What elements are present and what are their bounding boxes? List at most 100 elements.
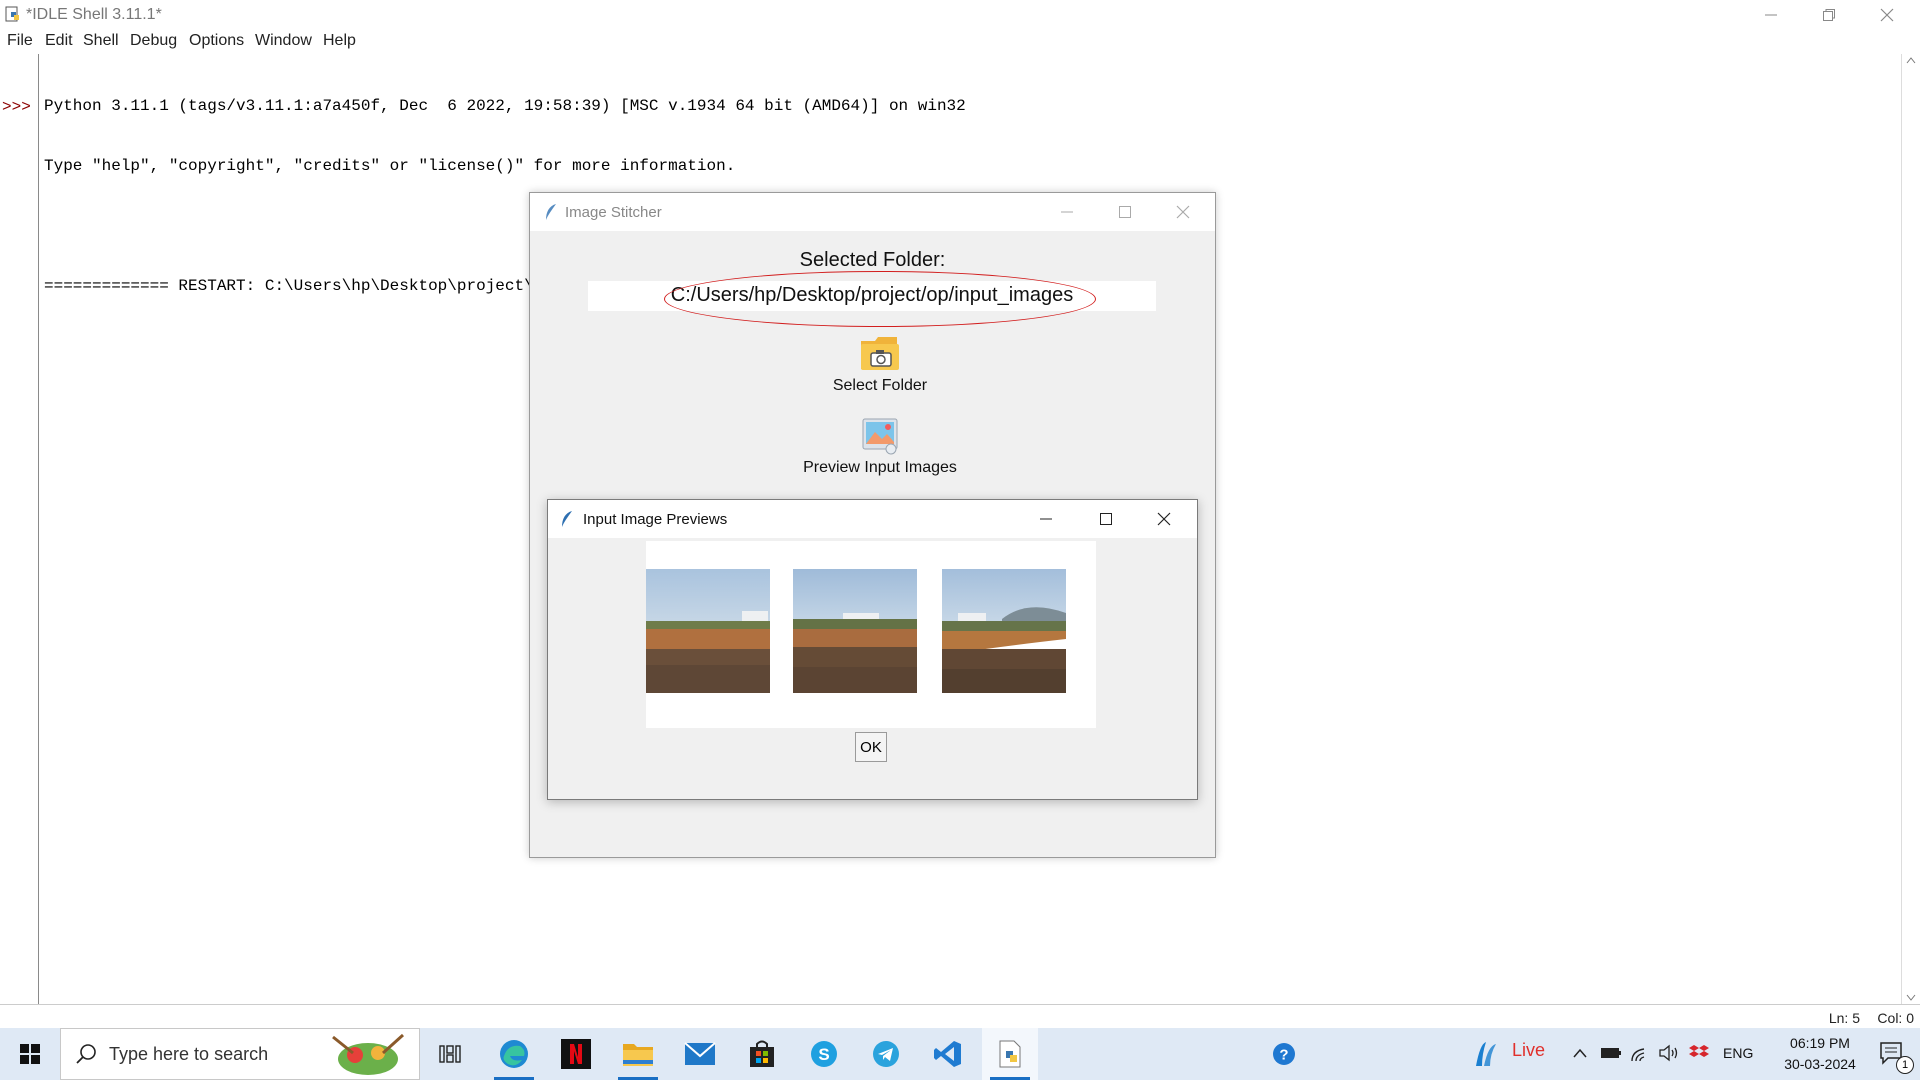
python-idle-icon: [5, 6, 19, 22]
stitcher-titlebar: Image Stitcher: [530, 193, 1215, 231]
stitcher-minimize-button[interactable]: [1039, 193, 1095, 231]
notification-count-badge: 1: [1896, 1056, 1914, 1074]
line-number: Ln: 5: [1828, 1010, 1860, 1026]
preview-input-images-button[interactable]: Preview Input Images: [803, 415, 957, 483]
clock[interactable]: 06:19 PM 30-03-2024: [1772, 1033, 1868, 1075]
preview-input-images-label: Preview Input Images: [803, 459, 957, 476]
python-idle-icon: [999, 1040, 1021, 1068]
close-icon: [1157, 512, 1171, 526]
previews-title: Input Image Previews: [583, 511, 728, 528]
search-icon: [76, 1044, 96, 1064]
maximize-icon: [1119, 206, 1131, 218]
vscode-icon: [934, 1041, 961, 1067]
select-folder-label: Select Folder: [832, 377, 928, 394]
folder-icon: [623, 1044, 653, 1066]
windows-icon: [20, 1044, 40, 1064]
help-icon: ?: [1273, 1043, 1295, 1065]
previews-close-button[interactable]: [1136, 500, 1192, 538]
thumbnail-image: [646, 569, 770, 693]
taskbar-edge[interactable]: [486, 1028, 542, 1080]
menu-options[interactable]: Options: [189, 32, 244, 50]
stitcher-close-button[interactable]: [1155, 193, 1211, 231]
svg-text:S: S: [818, 1045, 829, 1064]
thumbnail-image: [942, 569, 1066, 693]
scroll-up-icon[interactable]: [1906, 56, 1916, 64]
thumbnail-image: [793, 569, 917, 693]
taskbar-vscode[interactable]: [920, 1028, 976, 1080]
close-icon: [1176, 205, 1190, 219]
taskbar-python-idle[interactable]: [982, 1028, 1038, 1080]
input-image-previews-window: Input Image Previews OK: [547, 499, 1198, 800]
taskbar-skype[interactable]: S: [796, 1028, 852, 1080]
vertical-scrollbar[interactable]: [1901, 54, 1920, 1004]
edge-icon: [500, 1040, 528, 1068]
column-number: Col: 0: [1877, 1010, 1914, 1026]
taskbar-mail[interactable]: [672, 1028, 728, 1080]
search-highlight-icon: [332, 1033, 405, 1075]
shell-line: Python 3.11.1 (tags/v3.11.1:a7a450f, Dec…: [44, 97, 966, 115]
language-indicator[interactable]: ENG: [1723, 1045, 1753, 1061]
taskbar-store[interactable]: [734, 1028, 790, 1080]
skype-icon: S: [811, 1041, 837, 1067]
maximize-icon: [1100, 513, 1112, 525]
menu-window[interactable]: Window: [255, 32, 312, 50]
minimize-icon: [1040, 518, 1052, 520]
line-gutter: >>>: [0, 54, 39, 1004]
minimize-button[interactable]: [1742, 0, 1800, 30]
clock-date: 30-03-2024: [1784, 1056, 1856, 1072]
taskbar-search-box[interactable]: Type here to search: [60, 1028, 420, 1080]
taskbar: Type here to search S ? Live ENG 06:19 P…: [0, 1028, 1920, 1080]
battery-icon[interactable]: [1600, 1046, 1622, 1060]
store-icon: [750, 1040, 774, 1067]
menu-bar: File Edit Shell Debug Options Window Hel…: [0, 30, 1920, 54]
thumbnail-panel: [646, 541, 1096, 728]
select-folder-button[interactable]: Select Folder: [820, 331, 940, 401]
help-tray-button[interactable]: ?: [1256, 1028, 1312, 1080]
notification-center-button[interactable]: 1: [1868, 1028, 1920, 1080]
menu-shell[interactable]: Shell: [83, 32, 119, 50]
close-button[interactable]: [1858, 0, 1916, 30]
shell-prompt: >>>: [2, 98, 31, 116]
task-view-icon: [439, 1045, 461, 1063]
ok-button[interactable]: OK: [855, 732, 887, 762]
annotation-ellipse: [664, 271, 1096, 327]
netflix-icon: [561, 1039, 591, 1069]
previews-minimize-button[interactable]: [1018, 500, 1074, 538]
stitcher-maximize-button[interactable]: [1097, 193, 1153, 231]
taskbar-task-view[interactable]: [422, 1028, 478, 1080]
tk-feather-icon: [562, 511, 572, 527]
dropbox-icon[interactable]: [1688, 1043, 1710, 1065]
status-bar: Ln: 5 Col: 0: [0, 1004, 1920, 1029]
tk-feather-icon: [546, 204, 556, 220]
volume-icon[interactable]: [1658, 1043, 1680, 1063]
shell-line: Type "help", "copyright", "credits" or "…: [44, 157, 736, 175]
taskbar-file-explorer[interactable]: [610, 1028, 666, 1080]
stitcher-title: Image Stitcher: [565, 204, 662, 221]
image-preview-icon: [862, 418, 898, 455]
menu-debug[interactable]: Debug: [130, 32, 177, 50]
wifi-icon[interactable]: [1630, 1043, 1650, 1063]
minimize-icon: [1061, 211, 1073, 213]
start-button[interactable]: [0, 1028, 60, 1080]
cricket-logo-icon: [1476, 1042, 1496, 1066]
previews-maximize-button[interactable]: [1078, 500, 1134, 538]
folder-camera-icon: [861, 337, 899, 370]
menu-file[interactable]: File: [7, 32, 33, 50]
live-score-label[interactable]: Live: [1512, 1040, 1545, 1061]
restore-button[interactable]: [1800, 0, 1858, 30]
scroll-down-icon[interactable]: [1906, 994, 1916, 1002]
chevron-up-icon[interactable]: [1572, 1046, 1588, 1060]
taskbar-netflix[interactable]: [548, 1028, 604, 1080]
selected-folder-label: Selected Folder:: [799, 249, 946, 271]
restore-icon: [1823, 9, 1835, 21]
telegram-icon: [873, 1041, 899, 1067]
taskbar-telegram[interactable]: [858, 1028, 914, 1080]
menu-help[interactable]: Help: [323, 32, 356, 50]
menu-edit[interactable]: Edit: [45, 32, 73, 50]
clock-time: 06:19 PM: [1790, 1035, 1850, 1051]
mail-icon: [684, 1042, 716, 1065]
svg-text:?: ?: [1279, 1047, 1288, 1064]
close-icon: [1880, 8, 1894, 22]
minimize-icon: [1765, 14, 1777, 16]
window-title: *IDLE Shell 3.11.1*: [26, 6, 162, 23]
